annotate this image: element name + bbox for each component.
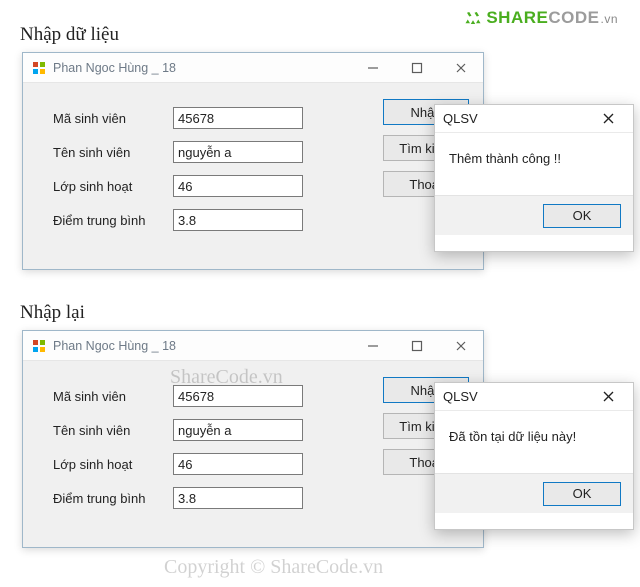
titlebar[interactable]: Phan Ngoc Hùng _ 18 [23,53,483,83]
label-class: Lớp sinh hoạt [53,179,173,194]
messagebox: QLSV Đã tồn tại dữ liệu này! OK [434,382,634,530]
maximize-button[interactable] [395,331,439,361]
logo-suffix: .vn [600,12,618,26]
messagebox-close-button[interactable] [591,385,625,409]
input-student-id[interactable] [173,107,303,129]
label-class: Lớp sinh hoạt [53,457,173,472]
minimize-button[interactable] [351,53,395,83]
input-student-name[interactable] [173,141,303,163]
label-student-name: Tên sinh viên [53,423,173,438]
winforms-app-icon [31,338,47,354]
student-form-window: Phan Ngoc Hùng _ 18 Mã sinh viên Tên sin… [22,330,484,548]
label-student-name: Tên sinh viên [53,145,173,160]
sharecode-logo: SHARECODE.vn [464,8,618,28]
titlebar[interactable]: Phan Ngoc Hùng _ 18 [23,331,483,361]
section2: Phan Ngoc Hùng _ 18 Mã sinh viên Tên sin… [14,330,626,560]
window-title: Phan Ngoc Hùng _ 18 [53,339,176,353]
label-student-id: Mã sinh viên [53,389,173,404]
messagebox-ok-button[interactable]: OK [543,204,621,228]
messagebox-message: Đã tồn tại dữ liệu này! [435,411,633,473]
messagebox-titlebar[interactable]: QLSV [435,105,633,133]
winforms-app-icon [31,60,47,76]
label-gpa: Điểm trung bình [53,491,173,506]
student-form-window: Phan Ngoc Hùng _ 18 Mã sinh viên Tên sin… [22,52,484,270]
label-gpa: Điểm trung bình [53,213,173,228]
window-title: Phan Ngoc Hùng _ 18 [53,61,176,75]
messagebox-title: QLSV [443,111,478,126]
input-student-id[interactable] [173,385,303,407]
close-button[interactable] [439,331,483,361]
messagebox-titlebar[interactable]: QLSV [435,383,633,411]
close-button[interactable] [439,53,483,83]
input-gpa[interactable] [173,487,303,509]
messagebox-title: QLSV [443,389,478,404]
input-student-name[interactable] [173,419,303,441]
recycle-icon [464,9,482,27]
input-class[interactable] [173,453,303,475]
input-class[interactable] [173,175,303,197]
logo-text-1: SHARE [486,8,548,27]
label-student-id: Mã sinh viên [53,111,173,126]
input-gpa[interactable] [173,209,303,231]
messagebox-close-button[interactable] [591,107,625,131]
maximize-button[interactable] [395,53,439,83]
section1: Phan Ngoc Hùng _ 18 Mã sinh viên Tên sin… [14,52,626,282]
minimize-button[interactable] [351,331,395,361]
logo-text-2: CODE [548,8,599,27]
messagebox-message: Thêm thành công !! [435,133,633,195]
messagebox-ok-button[interactable]: OK [543,482,621,506]
messagebox: QLSV Thêm thành công !! OK [434,104,634,252]
section2-caption: Nhập lại [20,302,640,324]
